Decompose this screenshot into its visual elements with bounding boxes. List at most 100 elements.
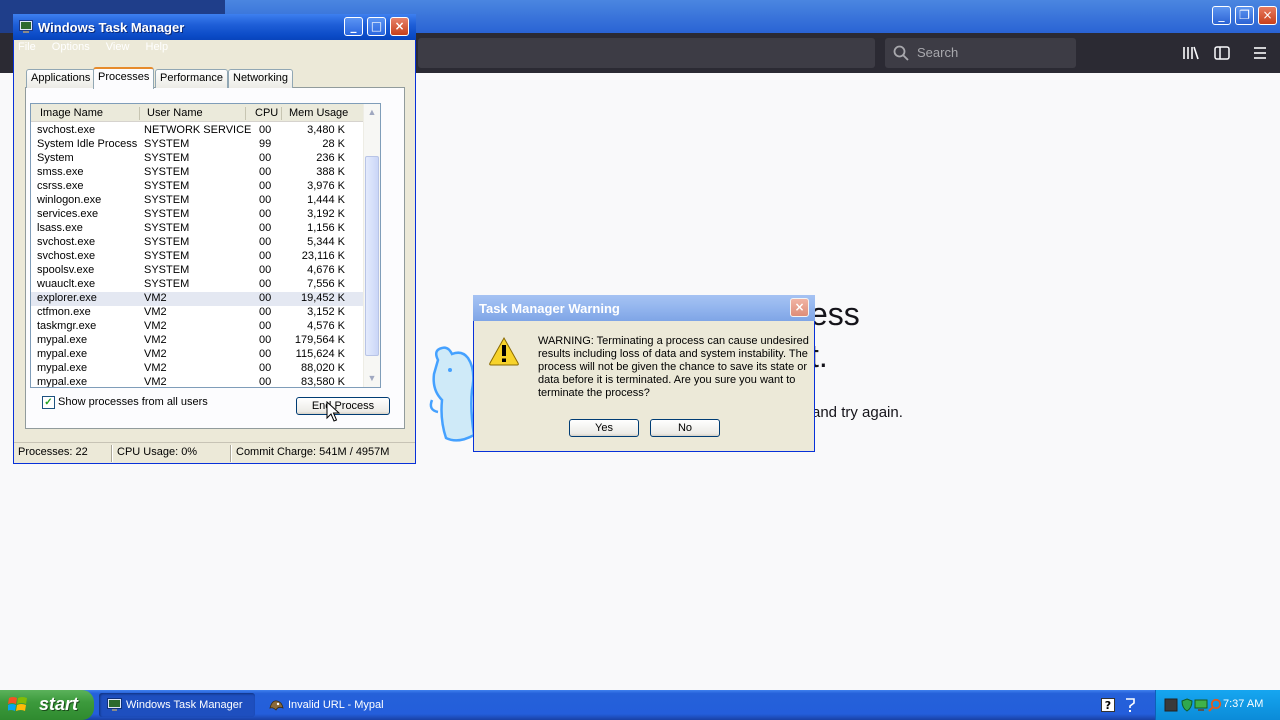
- process-list-scrollbar[interactable]: ▲ ▼: [363, 104, 380, 387]
- menu-view[interactable]: View: [106, 41, 130, 53]
- process-cpu: 00: [259, 250, 272, 262]
- process-user-name: SYSTEM: [144, 264, 190, 276]
- process-user-name: VM2: [144, 362, 167, 374]
- menu-options[interactable]: Options: [52, 41, 90, 53]
- process-cpu: 00: [259, 166, 272, 178]
- yes-button[interactable]: Yes: [569, 419, 639, 437]
- no-button[interactable]: No: [650, 419, 720, 437]
- process-row[interactable]: System Idle Process SYSTEM 99 28 K: [31, 138, 365, 152]
- column-separator[interactable]: [281, 107, 282, 120]
- process-mem-usage: 28 K: [322, 138, 345, 150]
- process-row[interactable]: System SYSTEM 00 236 K: [31, 152, 365, 166]
- taskbar-item-task-manager[interactable]: Windows Task Manager: [99, 693, 255, 717]
- process-row[interactable]: smss.exe SYSTEM 00 388 K: [31, 166, 365, 180]
- language-bar-icon[interactable]: [1124, 697, 1136, 713]
- process-list[interactable]: Image Name User Name CPU Mem Usage svcho…: [30, 103, 381, 388]
- process-mem-usage: 4,676 K: [307, 264, 345, 276]
- column-image-name[interactable]: Image Name: [40, 107, 103, 119]
- process-row[interactable]: wuauclt.exe SYSTEM 00 7,556 K: [31, 278, 365, 292]
- process-row[interactable]: mypal.exe VM2 00 88,020 K: [31, 362, 365, 376]
- security-icon[interactable]: [1180, 698, 1194, 712]
- task-manager-window: Windows Task Manager _ □ × File Options …: [13, 14, 416, 464]
- process-row[interactable]: mypal.exe VM2 00 83,580 K: [31, 376, 365, 388]
- process-cpu: 00: [259, 264, 272, 276]
- process-user-name: SYSTEM: [144, 166, 190, 178]
- warning-dialog-titlebar[interactable]: Task Manager Warning ×: [473, 295, 815, 321]
- column-user-name[interactable]: User Name: [147, 107, 203, 119]
- process-user-name: SYSTEM: [144, 222, 190, 234]
- scroll-up-arrow-icon[interactable]: ▲: [366, 106, 378, 118]
- task-manager-titlebar[interactable]: Windows Task Manager _ □ ×: [13, 14, 416, 40]
- process-cpu: 00: [259, 334, 272, 346]
- process-row[interactable]: explorer.exe VM2 00 19,452 K: [31, 292, 365, 306]
- minimize-button[interactable]: _: [344, 17, 363, 36]
- process-row[interactable]: svchost.exe SYSTEM 00 23,116 K: [31, 250, 365, 264]
- sidebar-icon[interactable]: [1213, 44, 1231, 62]
- process-mem-usage: 1,156 K: [307, 222, 345, 234]
- column-separator[interactable]: [245, 107, 246, 120]
- process-row[interactable]: lsass.exe SYSTEM 00 1,156 K: [31, 222, 365, 236]
- browser-minimize-button[interactable]: _: [1212, 6, 1231, 25]
- scroll-down-arrow-icon[interactable]: ▼: [366, 372, 378, 384]
- display-icon[interactable]: [1194, 698, 1208, 712]
- process-row[interactable]: csrss.exe SYSTEM 00 3,976 K: [31, 180, 365, 194]
- mascot-icon: [429, 346, 476, 442]
- process-user-name: SYSTEM: [144, 208, 190, 220]
- browser-close-button[interactable]: ×: [1258, 6, 1277, 25]
- warning-close-button[interactable]: ×: [790, 298, 809, 317]
- task-manager-icon: [19, 20, 33, 33]
- process-mem-usage: 4,576 K: [307, 320, 345, 332]
- process-user-name: VM2: [144, 306, 167, 318]
- column-cpu[interactable]: CPU: [255, 107, 278, 119]
- process-cpu: 00: [259, 152, 272, 164]
- menu-file[interactable]: File: [18, 41, 36, 53]
- status-bar: Processes: 22 CPU Usage: 0% Commit Charg…: [14, 442, 415, 463]
- tab-networking[interactable]: Networking: [228, 69, 294, 88]
- menu-help[interactable]: Help: [146, 41, 169, 53]
- clock[interactable]: 7:37 AM: [1223, 698, 1263, 710]
- tab-applications[interactable]: Applications: [26, 69, 96, 88]
- browser-restore-button[interactable]: ❐: [1235, 6, 1254, 25]
- process-row[interactable]: ctfmon.exe VM2 00 3,152 K: [31, 306, 365, 320]
- process-row[interactable]: taskmgr.exe VM2 00 4,576 K: [31, 320, 365, 334]
- search-magnifier-icon[interactable]: [1208, 698, 1222, 712]
- checkbox-checked-icon[interactable]: ✓: [42, 396, 55, 409]
- process-row[interactable]: spoolsv.exe SYSTEM 00 4,676 K: [31, 264, 365, 278]
- mypal-icon: [269, 700, 284, 711]
- maximize-button[interactable]: □: [367, 17, 386, 36]
- process-mem-usage: 3,192 K: [307, 208, 345, 220]
- process-row[interactable]: mypal.exe VM2 00 115,624 K: [31, 348, 365, 362]
- process-user-name: SYSTEM: [144, 180, 190, 192]
- library-icon[interactable]: [1182, 44, 1200, 62]
- process-image-name: services.exe: [37, 208, 99, 220]
- status-commit-charge: Commit Charge: 541M / 4957M: [236, 446, 390, 458]
- process-image-name: winlogon.exe: [37, 194, 102, 206]
- column-separator[interactable]: [139, 107, 140, 120]
- taskbar-item-mypal[interactable]: Invalid URL - Mypal: [261, 693, 421, 717]
- process-image-name: System Idle Process: [37, 138, 138, 150]
- menu-icon[interactable]: [1251, 44, 1269, 62]
- start-button[interactable]: start: [0, 690, 94, 720]
- process-image-name: mypal.exe: [37, 362, 88, 374]
- scroll-thumb[interactable]: [365, 156, 379, 356]
- close-button[interactable]: ×: [390, 17, 409, 36]
- url-bar[interactable]: [418, 38, 875, 68]
- process-list-header: Image Name User Name CPU Mem Usage: [31, 104, 365, 122]
- process-row[interactable]: svchost.exe SYSTEM 00 5,344 K: [31, 236, 365, 250]
- process-user-name: NETWORK SERVICE: [144, 124, 252, 136]
- process-row[interactable]: services.exe SYSTEM 00 3,192 K: [31, 208, 365, 222]
- column-mem-usage[interactable]: Mem Usage: [289, 107, 348, 119]
- network-icon[interactable]: [1164, 698, 1178, 712]
- process-mem-usage: 83,580 K: [300, 376, 345, 388]
- tab-performance[interactable]: Performance: [155, 69, 228, 88]
- process-row[interactable]: winlogon.exe SYSTEM 00 1,444 K: [31, 194, 365, 208]
- search-input[interactable]: Search: [885, 38, 1076, 68]
- process-mem-usage: 3,480 K: [307, 124, 345, 136]
- tab-processes[interactable]: Processes: [93, 67, 155, 89]
- process-row[interactable]: svchost.exe NETWORK SERVICE 00 3,480 K: [31, 124, 365, 138]
- end-process-button[interactable]: End Process: [296, 397, 390, 415]
- process-row[interactable]: mypal.exe VM2 00 179,564 K: [31, 334, 365, 348]
- task-manager-warning-dialog: Task Manager Warning × WARNING: Terminat…: [473, 295, 815, 452]
- help-icon[interactable]: ?: [1101, 698, 1115, 712]
- process-user-name: VM2: [144, 320, 167, 332]
